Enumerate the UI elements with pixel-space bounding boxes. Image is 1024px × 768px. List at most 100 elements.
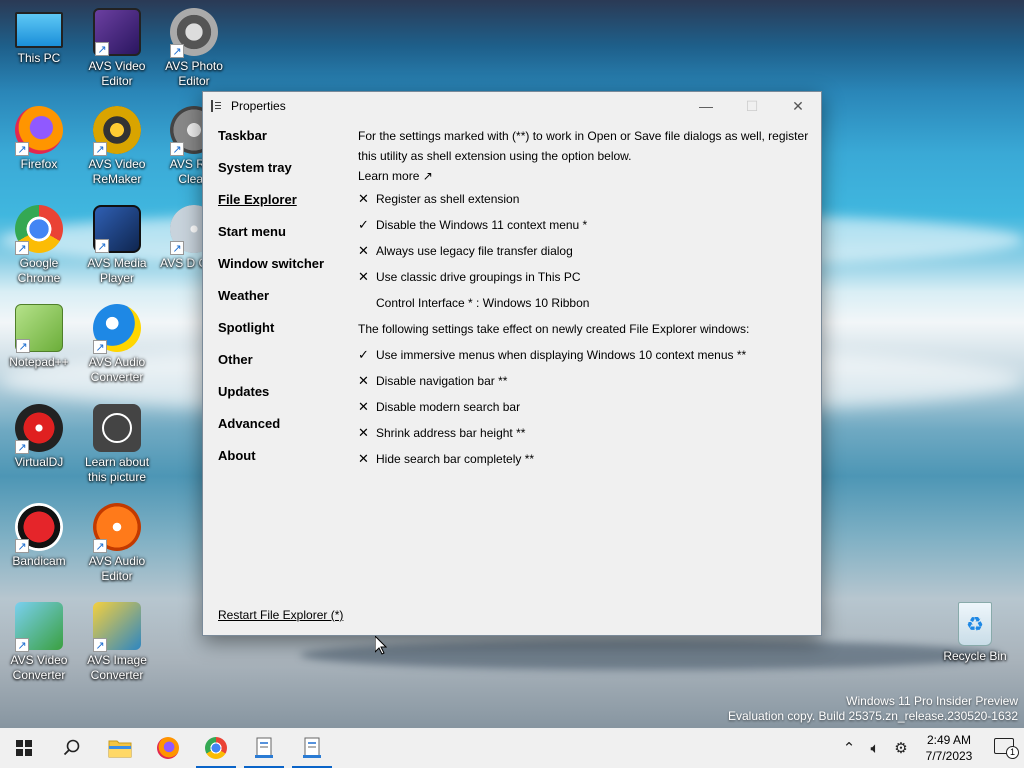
notification-count: 1 (1006, 746, 1019, 759)
cross-mark-icon: ✕ (358, 399, 369, 414)
desktop-icon-bandicam[interactable]: ↗ Bandicam (1, 503, 77, 569)
option-immersive-menus[interactable]: ✓ Use immersive menus when displaying Wi… (358, 342, 813, 368)
notification-icon: 1 (994, 738, 1019, 759)
desktop-icon-avs-photo-editor[interactable]: ↗ AVS Photo Editor (156, 8, 232, 89)
shortcut-arrow-icon: ↗ (93, 340, 107, 354)
cross-mark-icon: ✕ (358, 373, 369, 388)
desktop-icon-avs-video-converter[interactable]: ↗ AVS Video Converter (1, 602, 77, 683)
desktop-icon-avs-audio-editor[interactable]: ↗ AVS Audio Editor (79, 503, 155, 584)
shortcut-arrow-icon: ↗ (15, 539, 29, 553)
notification-center-button[interactable]: 1 (984, 738, 1024, 759)
option-register-shell-extension[interactable]: ✕ Register as shell extension (358, 186, 813, 212)
folder-icon (108, 740, 132, 758)
option-disable-win11-context-menu[interactable]: ✓ Disable the Windows 11 context menu * (358, 212, 813, 238)
option-legacy-file-transfer-dialog[interactable]: ✕ Always use legacy file transfer dialog (358, 238, 813, 264)
desktop-icon-label: AVS Audio Converter (88, 355, 146, 384)
notepad-icon: ↗ (15, 304, 63, 353)
restart-file-explorer-link[interactable]: Restart File Explorer (*) (218, 608, 343, 622)
taskbar-firefox[interactable] (144, 728, 192, 768)
file-explorer-settings: For the settings marked with (**) to wor… (358, 126, 813, 472)
desktop-icon-firefox[interactable]: ↗ Firefox (1, 106, 77, 172)
chrome-icon (205, 737, 227, 759)
desktop-icon-google-chrome[interactable]: ↗ Google Chrome (1, 205, 77, 286)
option-disable-navigation-bar[interactable]: ✕ Disable navigation bar ** (358, 368, 813, 394)
shortcut-arrow-icon: ↗ (95, 239, 109, 253)
window-titlebar[interactable]: Properties — ☐ ✕ (203, 92, 821, 120)
option-disable-modern-search-bar[interactable]: ✕ Disable modern search bar (358, 394, 813, 420)
shortcut-arrow-icon: ↗ (15, 440, 29, 454)
speaker-icon[interactable]: 🔈︎ (862, 740, 888, 757)
shortcut-arrow-icon: ↗ (15, 142, 29, 156)
desktop-icon-label: Bandicam (12, 554, 66, 568)
shortcut-arrow-icon: ↗ (93, 539, 107, 553)
cross-mark-icon: ✕ (358, 269, 369, 284)
taskbar-properties-app-1[interactable] (240, 728, 288, 768)
video-converter-icon: ↗ (15, 602, 63, 652)
record-icon: ↗ (15, 503, 63, 553)
play-icon: ↗ (93, 205, 141, 253)
maximize-button: ☐ (745, 97, 759, 114)
desktop-icon-this-pc[interactable]: This PC (1, 8, 77, 66)
nav-item-about[interactable]: About (218, 449, 348, 481)
nav-item-spotlight[interactable]: Spotlight (218, 321, 348, 353)
taskbar-properties-app-2[interactable] (288, 728, 336, 768)
desktop-icon-label: AVS Video Editor (88, 59, 146, 88)
shell-extension-intro: For the settings marked with (**) to wor… (358, 129, 809, 163)
nav-item-window-switcher[interactable]: Window switcher (218, 257, 348, 289)
shortcut-arrow-icon: ↗ (170, 44, 184, 58)
taskbar-chrome[interactable] (192, 728, 240, 768)
desktop-icon-label: AVS Image Converter (87, 653, 147, 682)
desktop-icon-label: Notepad++ (9, 355, 69, 369)
desktop-icon-label: AVS Video ReMaker (88, 157, 146, 186)
nav-item-weather[interactable]: Weather (218, 289, 348, 321)
nav-item-file-explorer[interactable]: File Explorer (218, 193, 348, 225)
option-label: Disable modern search bar (376, 400, 521, 414)
option-hide-search-bar[interactable]: ✕ Hide search bar completely ** (358, 446, 813, 472)
option-shrink-address-bar[interactable]: ✕ Shrink address bar height ** (358, 420, 813, 446)
start-button[interactable] (0, 728, 48, 768)
nav-item-taskbar[interactable]: Taskbar (218, 129, 348, 161)
shortcut-arrow-icon: ↗ (16, 339, 30, 353)
minimize-button[interactable]: — (683, 92, 729, 120)
shortcut-arrow-icon: ↗ (93, 638, 107, 652)
desktop-icon-avs-media-player[interactable]: ↗ AVS Media Player (79, 205, 155, 286)
properties-app-icon (303, 737, 321, 758)
desktop-icon-virtualdj[interactable]: ↗ VirtualDJ (1, 404, 77, 470)
desktop-icon-label: AVS Audio Editor (88, 554, 146, 583)
audio-converter-icon: ↗ (93, 304, 141, 354)
shortcut-arrow-icon: ↗ (15, 638, 29, 652)
desktop-icon-avs-audio-converter[interactable]: ↗ AVS Audio Converter (79, 304, 155, 385)
desktop-icon-label: Learn about this picture (84, 455, 150, 484)
nav-item-advanced[interactable]: Advanced (218, 417, 348, 449)
nav-item-system-tray[interactable]: System tray (218, 161, 348, 193)
taskbar-clock[interactable]: 2:49 AM 7/7/2023 (914, 732, 984, 764)
desktop-icon-recycle-bin[interactable]: ♻ Recycle Bin (937, 602, 1013, 664)
search-button[interactable] (48, 728, 96, 768)
learn-more-link[interactable]: Learn more ↗ (358, 166, 813, 186)
nav-item-start-menu[interactable]: Start menu (218, 225, 348, 257)
chevron-up-icon[interactable]: ⌃ (836, 739, 862, 757)
desktop-icon-avs-image-converter[interactable]: ↗ AVS Image Converter (79, 602, 155, 683)
clock-time: 2:49 AM (926, 733, 972, 747)
option-control-interface[interactable]: Control Interface * : Windows 10 Ribbon (358, 290, 813, 316)
taskbar-file-explorer[interactable] (96, 728, 144, 768)
option-label: Always use legacy file transfer dialog (376, 244, 573, 258)
option-classic-drive-groupings[interactable]: ✕ Use classic drive groupings in This PC (358, 264, 813, 290)
desktop-icon-avs-video-remaker[interactable]: ↗ AVS Video ReMaker (79, 106, 155, 187)
new-windows-section-label: The following settings take effect on ne… (358, 322, 750, 336)
desktop-icon-learn-about-picture[interactable]: Learn about this picture (79, 404, 155, 485)
option-label: Use immersive menus when displaying Wind… (376, 348, 747, 362)
close-button[interactable]: ✕ (775, 92, 821, 120)
nav-item-updates[interactable]: Updates (218, 385, 348, 417)
cross-mark-icon: ✕ (358, 425, 369, 440)
nav-item-other[interactable]: Other (218, 353, 348, 385)
firefox-icon (157, 737, 179, 759)
check-mark-icon: ✓ (358, 217, 369, 232)
gear-icon[interactable]: ⚙ (888, 739, 914, 757)
desktop-icon-avs-video-editor[interactable]: ↗ AVS Video Editor (79, 8, 155, 89)
check-mark-icon: ✓ (358, 347, 369, 362)
cross-mark-icon: ✕ (358, 191, 369, 206)
desktop-icon-label: This PC (17, 51, 61, 65)
shortcut-arrow-icon: ↗ (170, 241, 184, 255)
desktop-icon-notepad-plus-plus[interactable]: ↗ Notepad++ (1, 304, 77, 370)
